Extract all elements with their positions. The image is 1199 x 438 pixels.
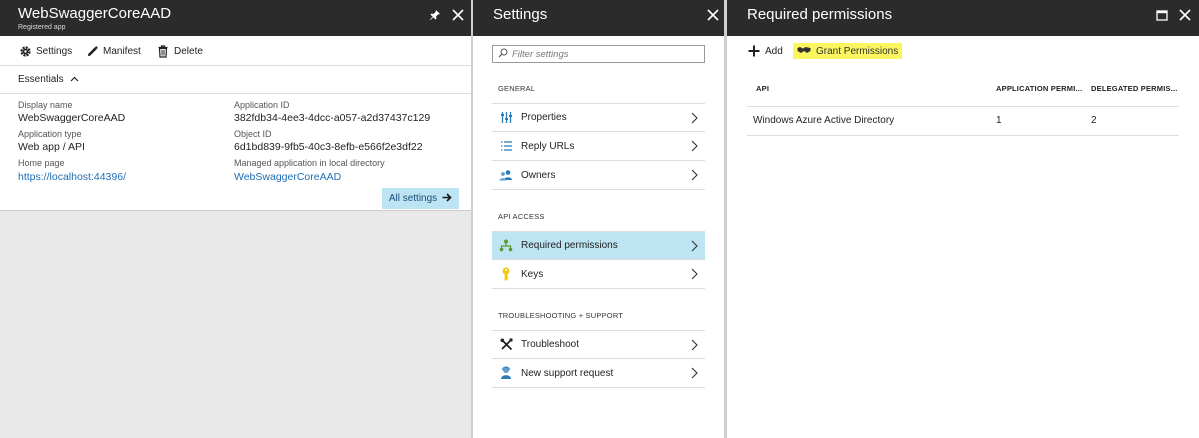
tools-icon [499,338,513,352]
home-page-link[interactable]: https://localhost:44396/ [18,171,126,183]
app-blade: WebSwaggerCoreAAD Registered app Setting… [0,0,471,438]
properties-label: Properties [521,112,567,123]
essentials-toggle[interactable]: Essentials [18,74,79,85]
filter-settings-input[interactable] [512,48,692,60]
chevron-right-icon [687,367,701,379]
app-id-value: 382fdb34-4ee3-4dcc-a057-a2d37437c129 [234,112,431,124]
section-troubleshooting: TROUBLESHOOTING + SUPPORT [498,311,624,320]
col-header-application-permissions[interactable]: APPLICATION PERMI... [996,84,1082,93]
row-app-permissions: 1 [996,115,1002,126]
section-api-access: API ACCESS [498,212,545,221]
chevron-right-icon [687,140,701,152]
add-button[interactable]: Add [747,43,783,59]
grant-permissions-label: Grant Permissions [816,45,899,57]
list-icon [499,139,513,153]
plus-icon [747,44,761,58]
app-type-value: Web app / API [18,141,85,153]
display-name-value: WebSwaggerCoreAAD [18,112,126,124]
menu-item-keys[interactable]: Keys [492,260,705,289]
manifest-button[interactable]: Manifest [85,43,141,59]
required-permissions-label: Required permissions [521,240,618,251]
chevron-right-icon [687,240,701,252]
pin-icon[interactable] [424,4,446,26]
table-divider [747,135,1179,136]
chevron-right-icon [687,268,701,280]
settings-label: Settings [36,45,73,57]
table-divider [747,106,1179,107]
essentials-label: Essentials [18,74,64,85]
menu-item-properties[interactable]: Properties [492,103,705,132]
app-blade-title: WebSwaggerCoreAAD [18,5,172,22]
settings-blade: Settings GENERAL Properties Reply URLs O… [473,0,724,438]
app-id-label: Application ID [234,100,290,110]
row-api-name[interactable]: Windows Azure Active Directory [753,115,894,126]
app-command-bar: Settings Manifest Delete [0,36,471,66]
app-type-label: Application type [18,129,82,139]
support-person-icon [499,366,513,380]
delete-label: Delete [174,45,203,57]
search-icon [498,48,508,61]
chevron-right-icon [687,112,701,124]
close-icon[interactable] [702,4,724,26]
perm-blade-title: Required permissions [747,6,893,23]
hierarchy-icon [499,239,513,253]
troubleshoot-label: Troubleshoot [521,339,579,350]
filter-settings-field[interactable] [492,45,705,63]
row-delegated-permissions: 2 [1091,115,1097,126]
essentials-divider [0,93,471,94]
chevron-right-icon [687,339,701,351]
chevron-right-icon [687,169,701,181]
col-header-delegated-permissions[interactable]: DELEGATED PERMIS... [1091,84,1178,93]
new-support-request-label: New support request [521,367,614,379]
col-header-api[interactable]: API [756,84,769,93]
display-name-label: Display name [18,100,73,110]
grant-permissions-button[interactable]: Grant Permissions [793,43,903,59]
menu-item-required-permissions[interactable]: Required permissions [492,231,705,260]
settings-button[interactable]: Settings [18,43,72,59]
handshake-icon [797,46,811,57]
maximize-icon[interactable] [1151,4,1173,26]
add-label: Add [765,45,783,57]
required-permissions-blade: Required permissions Add Grant Permissio… [727,0,1199,438]
pencil-icon [85,44,99,58]
all-settings-label: All settings [388,193,438,204]
delete-button[interactable]: Delete [156,43,203,59]
menu-item-troubleshoot[interactable]: Troubleshoot [492,330,705,359]
app-blade-header: WebSwaggerCoreAAD Registered app [0,0,471,36]
app-blade-subtitle: Registered app [18,24,66,31]
gear-icon [18,44,32,58]
close-icon[interactable] [447,4,469,26]
arrow-right-icon [442,192,452,205]
menu-item-reply-urls[interactable]: Reply URLs [492,132,705,161]
settings-blade-title: Settings [493,6,548,23]
menu-item-new-support-request[interactable]: New support request [492,359,705,388]
key-icon [499,267,513,281]
settings-blade-header: Settings [473,0,724,36]
empty-grey-area [0,210,471,438]
users-icon [499,168,513,182]
object-id-label: Object ID [234,129,272,139]
object-id-value: 6d1bd839-9fb5-40c3-8efb-e566f2e3df22 [234,141,423,153]
reply-urls-label: Reply URLs [521,140,575,152]
chevron-up-icon [70,74,79,85]
trash-icon [156,44,170,58]
properties-icon [499,111,513,125]
keys-label: Keys [521,268,544,280]
managed-app-link[interactable]: WebSwaggerCoreAAD [234,171,341,183]
all-settings-button[interactable]: All settings [382,188,459,209]
menu-item-owners[interactable]: Owners [492,161,705,190]
home-page-label: Home page [18,158,65,168]
section-general: GENERAL [498,84,536,93]
manifest-label: Manifest [103,45,141,57]
close-icon[interactable] [1174,4,1196,26]
managed-app-label: Managed application in local directory [234,158,385,168]
owners-label: Owners [521,169,556,181]
perm-blade-header: Required permissions [727,0,1199,36]
